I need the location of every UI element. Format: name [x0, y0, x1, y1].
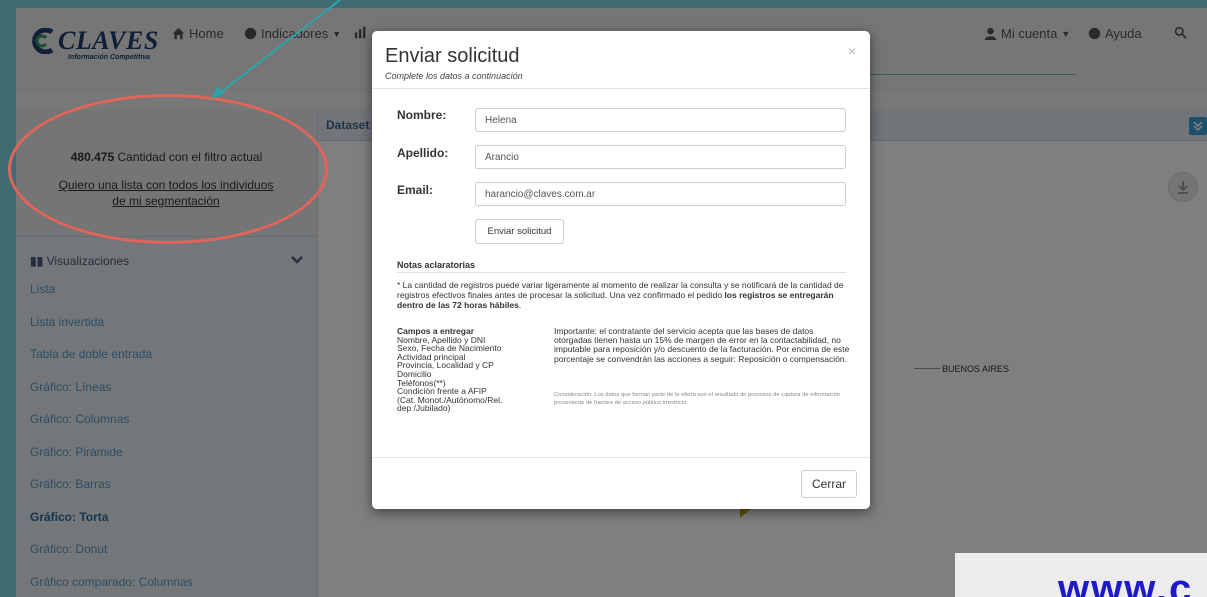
fields-list: Campos a entregar Nombre, Apellido y DNI… [397, 327, 547, 413]
apellido-label: Apellido: [397, 146, 449, 160]
notes-divider [397, 272, 846, 273]
email-label: Email: [397, 183, 434, 197]
modal-header-divider [372, 88, 870, 89]
send-request-modal: Enviar solicitud Complete los datos a co… [372, 31, 870, 509]
notes-end: . [518, 299, 522, 310]
close-button[interactable]: Cerrar [801, 470, 857, 498]
send-request-button[interactable]: Enviar solicitud [475, 219, 564, 244]
apellido-field[interactable] [475, 145, 846, 169]
email-field[interactable] [475, 182, 846, 206]
modal-title: Enviar solicitud [385, 45, 520, 67]
close-icon[interactable]: × [848, 43, 856, 59]
watermark-banner: www.c [955, 553, 1207, 597]
modal-subtitle: Complete los datos a continuación [385, 71, 523, 81]
notes-paragraph: * La cantidad de registros puede variar … [397, 280, 849, 310]
modal-footer-divider [372, 457, 870, 458]
important-note: Importante: el contratante del servicio … [554, 326, 850, 364]
nombre-label: Nombre: [397, 108, 447, 122]
watermark-text: www.c [1058, 567, 1194, 597]
annotation-ellipse [8, 94, 328, 244]
nombre-field[interactable] [475, 108, 846, 132]
notes-title: Notas aclaratorias [397, 260, 476, 270]
field-item: dep /Jubilado) [397, 403, 451, 414]
consideration-note: Consideración: Los datos que forman part… [554, 392, 841, 406]
